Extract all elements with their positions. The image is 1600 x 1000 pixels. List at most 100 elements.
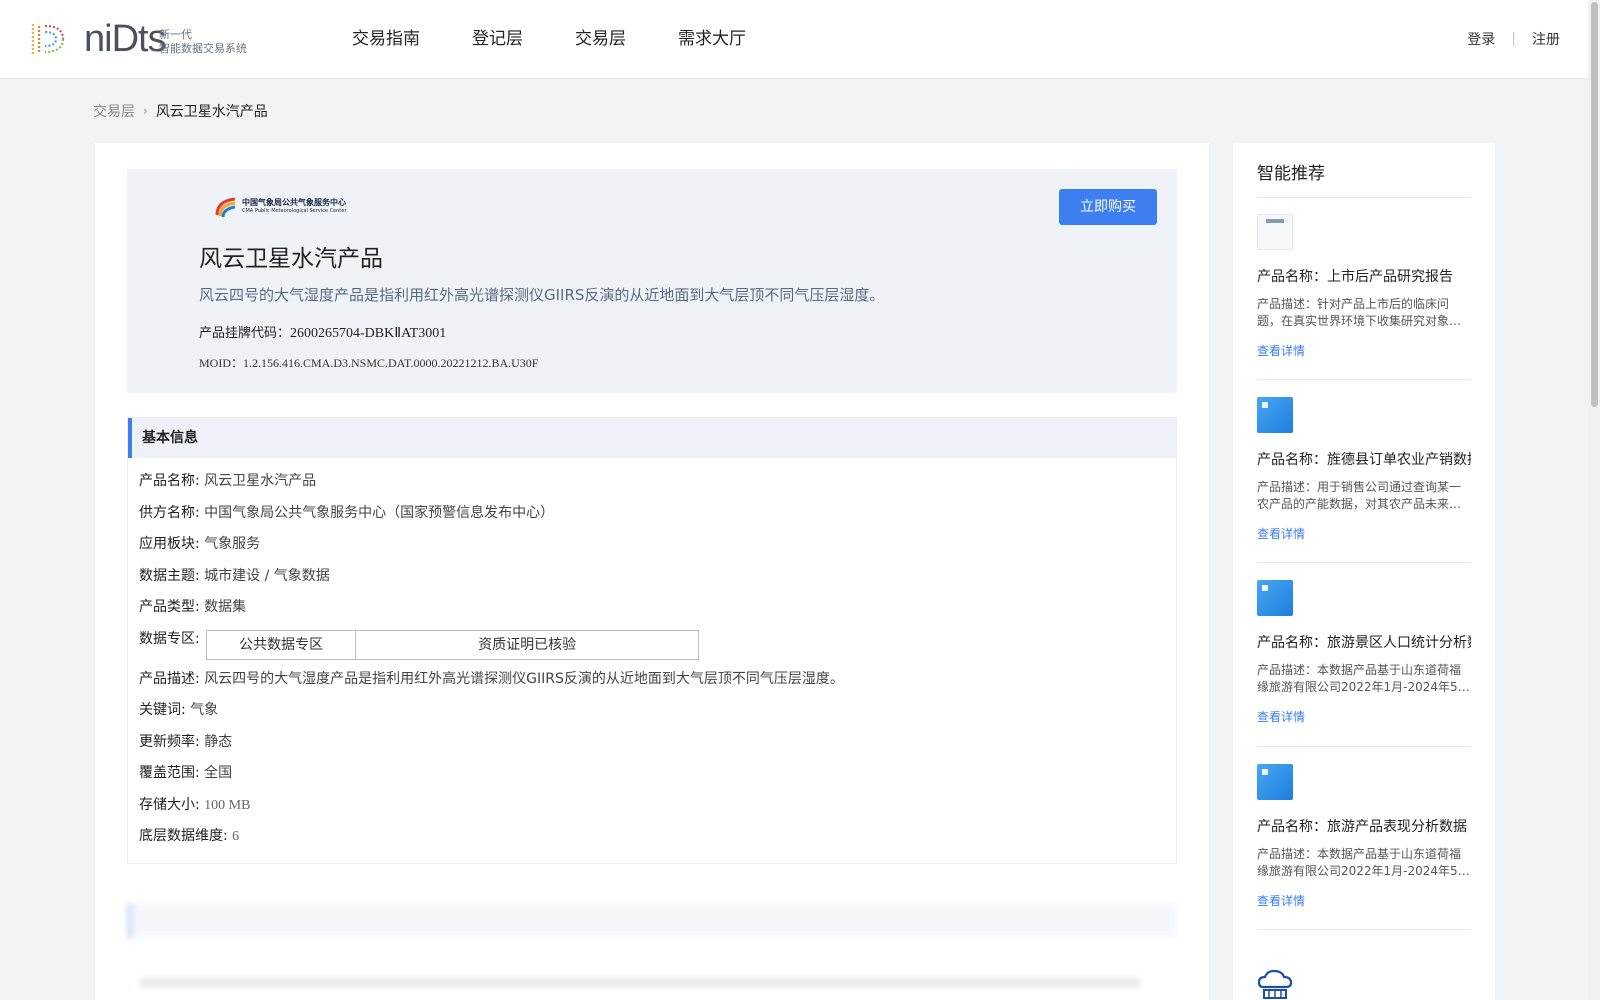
zone-tag-public: 公共数据专区 bbox=[239, 637, 324, 653]
recommendation-card[interactable]: 产品名称：上市后产品研究报告 产品描述：针对产品上市后的临床问题，在真实世界环境… bbox=[1257, 214, 1471, 359]
divider bbox=[1257, 746, 1471, 747]
blurred-text-line bbox=[140, 978, 1140, 988]
login-link[interactable]: 登录 bbox=[1467, 29, 1495, 49]
breadcrumb-parent[interactable]: 交易层 bbox=[93, 101, 135, 121]
info-label: 底层数据维度: bbox=[139, 828, 228, 844]
document-thumbnail-icon bbox=[1257, 214, 1293, 250]
info-label: 产品名称: bbox=[139, 473, 200, 489]
info-value[interactable]: 中国气象局公共气象服务中心（国家预警信息发布中心） bbox=[204, 505, 554, 521]
info-product-name: 产品名称: 风云卫星水汽产品 bbox=[139, 472, 316, 490]
moid-text: MOID：1.2.156.416.CMA.D3.NSMC.DAT.0000.20… bbox=[199, 356, 539, 370]
info-value: 气象服务 bbox=[204, 536, 261, 552]
info-value: 100 MB bbox=[204, 798, 251, 813]
info-label: 数据主题: bbox=[139, 568, 200, 584]
product-title: 风云卫星水汽产品 bbox=[199, 246, 383, 272]
auth-links: 登录 | 注册 bbox=[1467, 29, 1560, 49]
rec-product-name[interactable]: 产品名称：旅游产品表现分析数据 bbox=[1257, 816, 1471, 836]
rec-product-name[interactable]: 产品名称：旅游景区人口统计分析数据 bbox=[1257, 632, 1471, 652]
rec-product-desc: 产品描述：本数据产品基于山东道荷福缘旅游有限公司2022年1月-2024年5月… bbox=[1257, 847, 1462, 878]
info-label: 存储大小: bbox=[139, 797, 200, 813]
divider bbox=[1257, 562, 1471, 563]
info-label: 覆盖范围: bbox=[139, 765, 200, 781]
info-value: 城市建设 / 气象数据 bbox=[204, 568, 330, 584]
main-nav: 交易指南 登记层 交易层 需求大厅 bbox=[352, 28, 798, 50]
logo-tagline-line1: 新一代 bbox=[159, 28, 192, 41]
info-supplier: 供方名称: 中国气象局公共气象服务中心（国家预警信息发布中心） bbox=[139, 504, 554, 522]
page-scrollbar[interactable] bbox=[1588, 0, 1600, 1000]
logo-wordmark: niDts bbox=[84, 18, 167, 60]
info-value: 6 bbox=[232, 829, 240, 844]
info-value: 风云卫星水汽产品 bbox=[204, 473, 317, 489]
product-hero: 中国气象局公共气象服务中心 CMA Public Meteorological … bbox=[127, 169, 1177, 393]
chevron-right-icon: › bbox=[143, 104, 148, 118]
scrollbar-thumb[interactable] bbox=[1591, 2, 1598, 407]
view-details-link[interactable]: 查看详情 bbox=[1257, 708, 1471, 725]
cloud-data-icon bbox=[1257, 969, 1293, 999]
info-theme: 数据主题: 城市建设 / 气象数据 bbox=[139, 567, 330, 585]
view-details-link[interactable]: 查看详情 bbox=[1257, 342, 1471, 359]
blue-thumbnail-icon bbox=[1257, 397, 1293, 433]
provider-logo-en: CMA Public Meteorological Service Center bbox=[242, 208, 347, 214]
rec-product-name[interactable]: 产品名称：上市后产品研究报告 bbox=[1257, 266, 1471, 286]
info-value: 数据集 bbox=[204, 599, 247, 615]
rec-product-name[interactable]: 产品名称：旌德县订单农业产销数据 bbox=[1257, 449, 1471, 469]
cma-logo-icon bbox=[215, 197, 236, 218]
zone-tag-verified: 资质证明已核验 bbox=[355, 631, 698, 659]
buy-now-button[interactable]: 立即购买 bbox=[1059, 189, 1157, 225]
provider-logo-cn: 中国气象局公共气象服务中心 bbox=[242, 198, 346, 207]
info-description: 产品描述: 风云四号的大气湿度产品是指利用红外高光谱探测仪GIIRS反演的从近地… bbox=[139, 670, 844, 688]
view-details-link[interactable]: 查看详情 bbox=[1257, 525, 1471, 542]
rec-product-desc: 产品描述：用于销售公司通过查询某一农产品的产能数据，对其农产品未来… bbox=[1257, 480, 1462, 511]
rec-product-desc: 产品描述：针对产品上市后的临床问题，在真实世界环境下收集研究对象… bbox=[1257, 297, 1462, 328]
info-storage: 存储大小: 100 MB bbox=[139, 796, 250, 815]
recommendation-sidebar: 智能推荐 产品名称：上市后产品研究报告 产品描述：针对产品上市后的临床问题，在真… bbox=[1233, 143, 1495, 1000]
blurred-section-header bbox=[128, 904, 1176, 938]
rec-product-desc: 产品描述：本数据产品基于山东道荷福缘旅游有限公司2022年1月-2024年5月… bbox=[1257, 663, 1462, 694]
view-details-link[interactable]: 查看详情 bbox=[1257, 892, 1471, 909]
info-value: 静态 bbox=[204, 734, 233, 750]
info-label: 应用板块: bbox=[139, 536, 200, 552]
info-label: 更新频率: bbox=[139, 734, 200, 750]
top-header: niDts 新一代 智能数据交易系统 交易指南 登记层 交易层 需求大厅 登录 … bbox=[0, 0, 1600, 79]
site-logo[interactable]: niDts 新一代 智能数据交易系统 bbox=[29, 18, 259, 60]
divider bbox=[1257, 197, 1471, 198]
nav-registry-layer[interactable]: 登记层 bbox=[472, 28, 523, 50]
info-value: 风云四号的大气湿度产品是指利用红外高光谱探测仪GIIRS反演的从近地面到大气层顶… bbox=[204, 671, 844, 687]
sidebar-title: 智能推荐 bbox=[1257, 164, 1325, 184]
logo-tagline-line2: 智能数据交易系统 bbox=[159, 42, 247, 55]
info-label: 数据专区: bbox=[139, 631, 200, 647]
info-sector: 应用板块: 气象服务 bbox=[139, 535, 260, 553]
register-link[interactable]: 注册 bbox=[1532, 29, 1560, 49]
info-dimension: 底层数据维度: 6 bbox=[139, 827, 239, 846]
logo-tagline: 新一代 智能数据交易系统 bbox=[159, 28, 247, 56]
basic-info-title: 基本信息 bbox=[128, 418, 1176, 458]
info-value: 全国 bbox=[204, 765, 233, 781]
provider-logo: 中国气象局公共气象服务中心 CMA Public Meteorological … bbox=[215, 195, 346, 219]
info-label: 产品描述: bbox=[139, 671, 200, 687]
info-value: 气象 bbox=[190, 702, 219, 718]
info-zone: 数据专区: 公共数据专区 资质证明已核验 bbox=[139, 630, 700, 660]
recommendation-card[interactable]: 产品名称：旌德县订单农业产销数据 产品描述：用于销售公司通过查询某一农产品的产能… bbox=[1257, 397, 1471, 542]
recommendation-card[interactable]: 产品名称：旅游景区人口统计分析数据 产品描述：本数据产品基于山东道荷福缘旅游有限… bbox=[1257, 580, 1471, 725]
listing-code-value: 2600265704-DBKⅡAT3001 bbox=[290, 326, 447, 341]
info-coverage: 覆盖范围: 全国 bbox=[139, 764, 232, 782]
nav-trading-guide[interactable]: 交易指南 bbox=[352, 28, 420, 50]
breadcrumb-current: 风云卫星水汽产品 bbox=[155, 104, 268, 120]
product-detail-panel: 中国气象局公共气象服务中心 CMA Public Meteorological … bbox=[95, 143, 1209, 1000]
info-label: 供方名称: bbox=[139, 505, 200, 521]
nav-trading-layer[interactable]: 交易层 bbox=[575, 28, 626, 50]
divider bbox=[1257, 379, 1471, 380]
blurred-section bbox=[127, 903, 1177, 1000]
product-summary: 风云四号的大气湿度产品是指利用红外高光谱探测仪GIIRS反演的从近地面到大气层顶… bbox=[199, 286, 885, 304]
zone-table: 公共数据专区 资质证明已核验 bbox=[206, 630, 700, 660]
divider bbox=[1257, 929, 1471, 930]
info-label: 关键词: bbox=[139, 702, 186, 718]
info-label: 产品类型: bbox=[139, 599, 200, 615]
listing-code-label: 产品挂牌代码： bbox=[199, 326, 291, 341]
recommendation-card[interactable]: 产品名称：旅游产品表现分析数据 产品描述：本数据产品基于山东道荷福缘旅游有限公司… bbox=[1257, 764, 1471, 909]
auth-separator: | bbox=[1511, 31, 1516, 47]
info-frequency: 更新频率: 静态 bbox=[139, 733, 232, 751]
nav-demand-hall[interactable]: 需求大厅 bbox=[678, 28, 746, 50]
blue-thumbnail-icon bbox=[1257, 764, 1293, 800]
listing-code: 产品挂牌代码：2600265704-DBKⅡAT3001 bbox=[199, 322, 446, 342]
